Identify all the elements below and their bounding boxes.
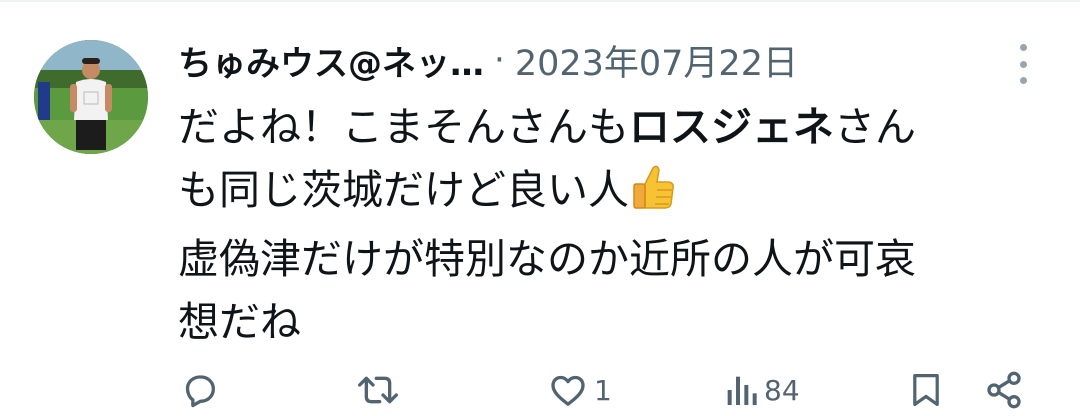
dot xyxy=(1019,77,1027,84)
tweet-text-line-1: だよね！こまそんさんもロスジェネさん xyxy=(178,96,1038,159)
tweet-text-line-4: 想だね xyxy=(178,298,301,346)
dot xyxy=(1019,60,1027,68)
tweet-date[interactable]: 2023年07月22日 xyxy=(515,35,798,86)
more-options-icon[interactable] xyxy=(1010,42,1036,86)
views-count: 84 xyxy=(764,373,800,407)
tweet-card[interactable]: ちゅみウス@ネッ… · 2023年07月22日 だよね！こまそんさんもロスジェネ… xyxy=(0,0,1080,412)
bookmark-button[interactable] xyxy=(910,364,942,416)
text-segment: さん xyxy=(834,103,916,151)
like-count: 1 xyxy=(594,373,612,407)
views-icon xyxy=(727,376,757,405)
retweet-icon xyxy=(357,376,398,404)
avatar[interactable] xyxy=(34,40,148,154)
divider xyxy=(0,0,1080,2)
author-name[interactable]: ちゅみウス@ネッ… xyxy=(178,36,484,85)
retweet-button[interactable] xyxy=(356,364,400,416)
views-button[interactable]: 84 xyxy=(724,364,800,416)
tweet-text-line-2: も同じ茨城だけど良い人 xyxy=(178,159,1038,228)
bookmark-icon xyxy=(913,374,939,407)
text-segment: だよね！こまそんさんも xyxy=(178,103,629,151)
text-segment: も同じ茨城だけど良い人 xyxy=(178,166,629,214)
share-icon xyxy=(987,371,1021,409)
like-button[interactable]: 1 xyxy=(548,364,612,416)
heart-icon xyxy=(551,375,585,406)
dot xyxy=(1019,44,1027,51)
separator-dot: · xyxy=(494,40,505,80)
reply-button[interactable] xyxy=(180,364,220,416)
reply-icon xyxy=(185,375,215,408)
bold-text-segment: ロスジェネ xyxy=(629,103,834,151)
thumbs-up-emoji-icon xyxy=(631,164,675,228)
share-button[interactable] xyxy=(984,364,1024,416)
tweet-text-line-3: 虚偽津だけが特別なのか近所の人が可哀 xyxy=(178,235,916,283)
tweet-text: だよね！こまそんさんもロスジェネさん も同じ茨城だけど良い人 虚偽津だけが特別な… xyxy=(178,96,1038,354)
tweet-header: ちゅみウス@ネッ… · 2023年07月22日 xyxy=(178,30,798,90)
action-bar: 1 84 xyxy=(0,364,1080,416)
